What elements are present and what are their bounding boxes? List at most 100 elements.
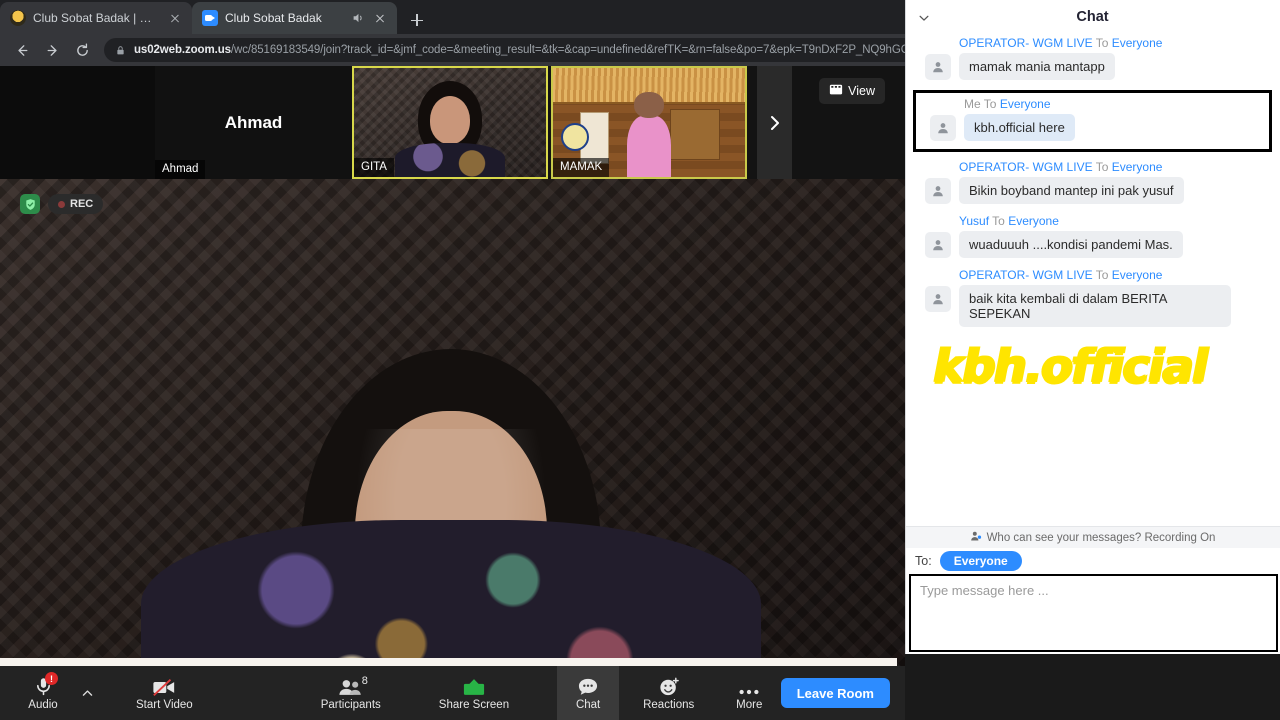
chat-message[interactable]: OPERATOR- WGM LIVE To Everyone mamak man… [911,34,1274,88]
chat-button[interactable]: Chat [557,666,620,720]
badak-logo-icon [10,10,26,26]
start-video-button[interactable]: Start Video [126,666,203,720]
channel-logo-icon [561,123,589,151]
audio-label: Audio [28,698,58,711]
audio-alert-badge: ! [45,672,58,685]
chat-message-sender: Me [964,97,981,111]
video-camera-off-icon [152,675,176,697]
participants-people-icon [338,675,364,697]
tab-audio-playing-icon[interactable] [351,11,365,25]
audio-button[interactable]: ! Audio [12,666,74,720]
chat-message-input[interactable]: Type message here ... [909,574,1278,652]
site-info-lock-icon[interactable] [115,45,126,56]
chat-message-sender: Yusuf [959,214,990,228]
url-domain: us02web.zoom.us [134,44,231,56]
chat-message-to-word: To [1095,36,1109,50]
back-arrow-icon[interactable] [8,36,36,64]
chat-message-text: mamak mania mantapp [959,53,1115,80]
decorative-body [395,143,505,177]
recording-label: REC [70,198,94,210]
tile-name-label: Ahmad [155,160,206,179]
video-tile-empty [0,66,155,179]
video-tile-ahmad[interactable]: Ahmad Ahmad [155,66,352,179]
recording-dot-icon [58,200,65,208]
chat-message-to-word: To [983,97,997,111]
view-button-label: View [848,84,875,98]
chat-message-sender: OPERATOR- WGM LIVE [959,268,1093,282]
leave-room-button[interactable]: Leave Room [780,678,890,708]
reload-icon[interactable] [68,36,96,64]
smiley-plus-icon [658,675,680,697]
video-tile-mamak[interactable]: MAMAK [551,66,747,179]
more-button[interactable]: More [718,666,780,720]
kbh-official-watermark: kbh.official [933,339,1207,393]
url-path: /wc/85169183549/join?track_id=&jmf_code=… [230,44,946,56]
chat-message-header: OPERATOR- WGM LIVE To Everyone [911,268,1274,282]
chat-message-to-word: To [1095,160,1109,174]
panel-divider [905,0,906,654]
meeting-status-badges: REC [20,194,104,214]
chat-message-text: baik kita kembali di dalam BERITA SEPEKA… [959,285,1231,327]
chat-message-highlighted[interactable]: Me To Everyone kbh.official here [913,90,1272,152]
chat-message-header: OPERATOR- WGM LIVE To Everyone [911,36,1274,50]
tile-name-label: MAMAK [553,158,610,177]
meeting-controls-toolbar: ! Audio Start Video 8 Participants Share… [0,666,905,720]
browser-window: Club Sobat Badak | Dashboard Club Sobat … [0,0,1280,720]
chat-message-target: Everyone [1111,268,1163,282]
chat-to-label: To: [915,554,932,568]
new-tab-button[interactable] [403,6,431,34]
more-label: More [736,698,763,711]
chat-bubble-icon [577,675,599,697]
chat-privacy-text: Who can see your messages? Recording On [986,531,1216,544]
reactions-button[interactable]: Reactions [633,666,704,720]
browser-tab-dashboard[interactable]: Club Sobat Badak | Dashboard [0,2,192,34]
grid-view-icon [829,83,843,99]
decorative-face [430,96,470,145]
view-button[interactable]: View [819,78,885,104]
participants-button[interactable]: 8 Participants [311,666,391,720]
chat-message-text: Bikin boyband mantep ini pak yusuf [959,177,1184,204]
chat-message-target: Everyone [1008,214,1059,228]
tab-close-icon[interactable] [372,10,388,26]
chat-message[interactable]: OPERATOR- WGM LIVE To Everyone Bikin boy… [911,158,1274,212]
chat-label: Chat [575,698,601,711]
share-screen-button[interactable]: Share Screen [429,666,519,720]
chevron-down-icon[interactable] [915,9,933,27]
chat-message-sender: OPERATOR- WGM LIVE [959,160,1093,174]
chat-message-target: Everyone [1111,160,1163,174]
chat-privacy-notice[interactable]: Who can see your messages? Recording On [905,526,1280,548]
share-screen-label: Share Screen [438,698,510,711]
url-text: us02web.zoom.us/wc/85169183549/join?trac… [134,44,945,56]
participants-label: Participants [320,698,381,711]
tile-name-label: GITA [354,158,394,177]
person-privacy-icon [970,530,982,545]
tab-title: Club Sobat Badak | Dashboard [33,11,160,25]
avatar [925,178,951,204]
start-video-label: Start Video [136,698,193,711]
chat-message[interactable]: OPERATOR- WGM LIVE To Everyone baik kita… [911,266,1274,335]
chat-recipient-selector[interactable]: Everyone [939,551,1022,571]
main-speaker-video[interactable]: GITA [0,179,905,720]
tab-title: Club Sobat Badak [225,11,322,25]
green-shield-encryption-icon[interactable] [20,194,40,214]
avatar [930,115,956,141]
forward-arrow-icon[interactable] [38,36,66,64]
audio-options-chevron-up-icon[interactable] [74,666,100,720]
chat-message-target: Everyone [1111,36,1163,50]
next-page-arrow-icon[interactable] [757,66,792,179]
chat-message-list[interactable]: OPERATOR- WGM LIVE To Everyone mamak man… [905,34,1280,526]
recording-status-badge: REC [48,194,104,214]
participant-thumbnail-strip: Ahmad Ahmad GITA MAMAK View [0,66,905,179]
share-screen-up-arrow-icon [463,675,485,697]
leave-room-label: Leave Room [796,685,874,701]
chat-message[interactable]: Yusuf To Everyone wuaduuuh ....kondisi p… [911,212,1274,266]
chat-message-sender: OPERATOR- WGM LIVE [959,36,1093,50]
decorative-shelf-right [670,109,721,160]
browser-tab-zoom[interactable]: Club Sobat Badak [192,2,397,34]
chat-recipient-row: To: Everyone [905,548,1280,574]
video-tile-gita[interactable]: GITA [352,66,548,179]
chat-message-text: kbh.official here [964,114,1075,141]
chat-message-header: Me To Everyone [916,97,1269,111]
avatar [925,54,951,80]
tab-close-icon[interactable] [167,10,183,26]
